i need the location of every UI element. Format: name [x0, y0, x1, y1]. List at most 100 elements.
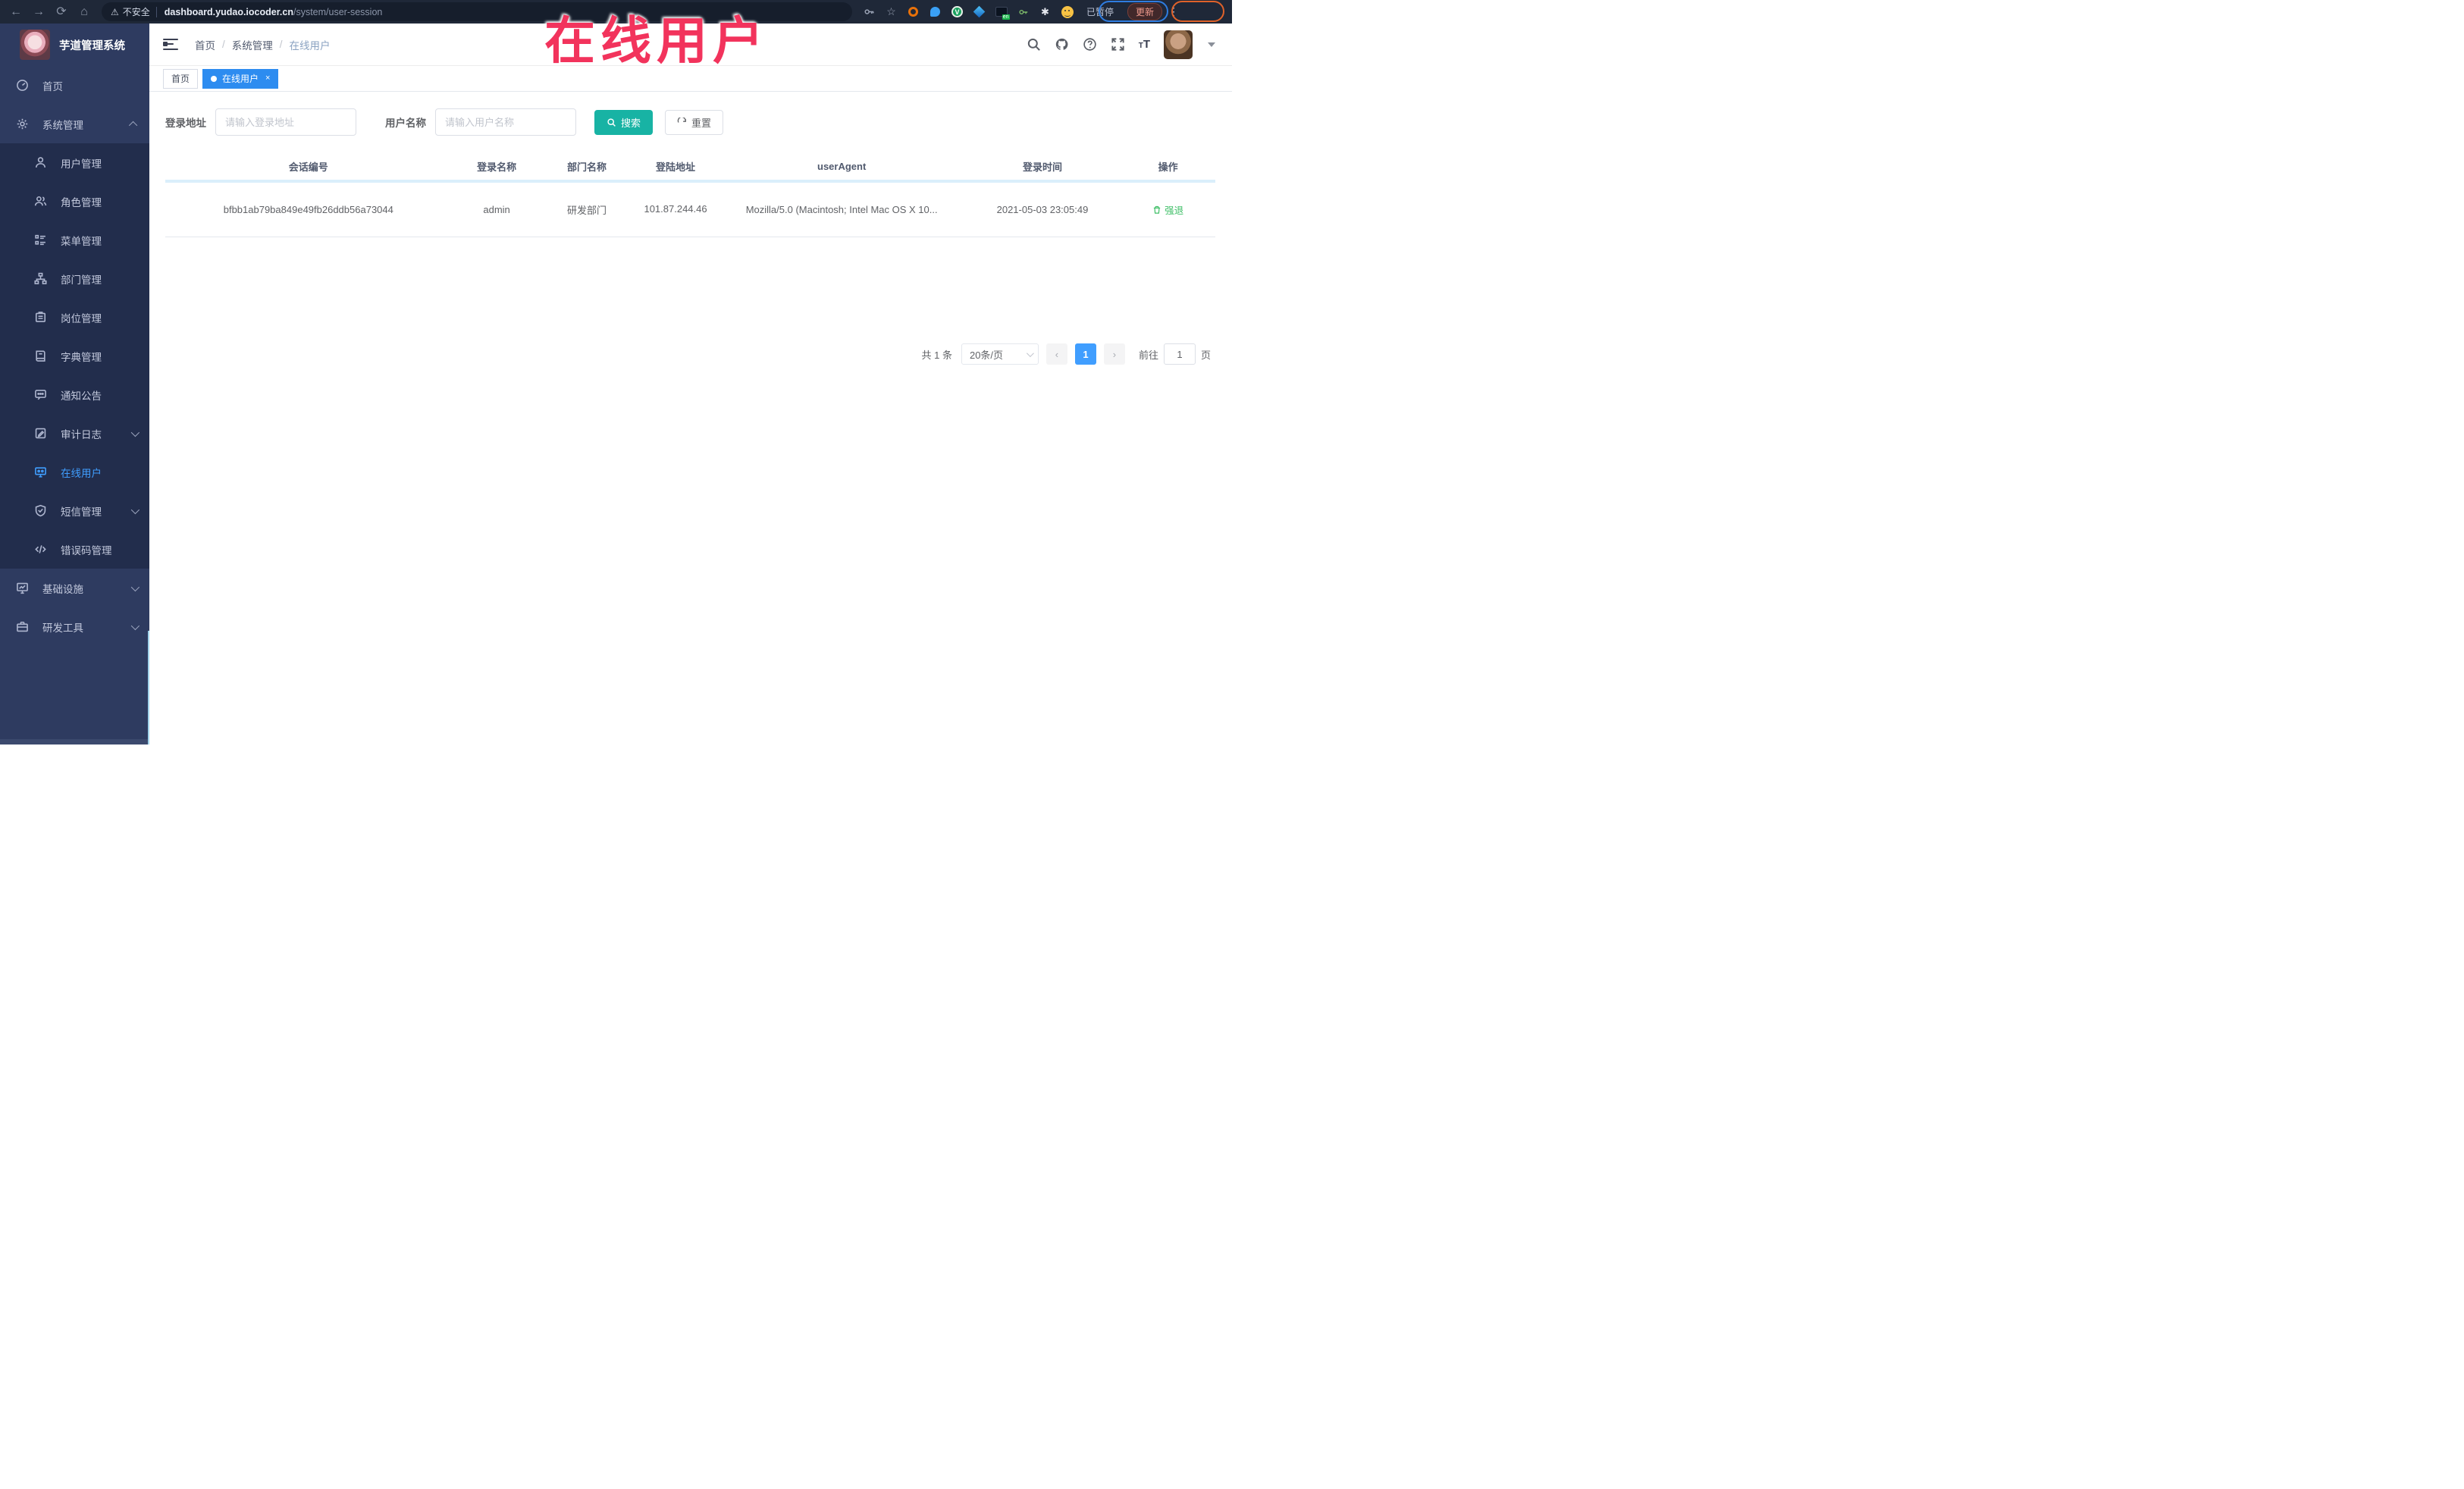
sidebar-item-sms-management[interactable]: 短信管理: [0, 491, 149, 530]
col-dept-name: 部门名称: [567, 161, 607, 173]
sidebar-item-menu-management[interactable]: 菜单管理: [0, 221, 149, 259]
force-logout-button[interactable]: 强退: [1152, 202, 1183, 217]
not-secure-warning-icon: ⚠: [111, 6, 119, 17]
username-input[interactable]: [435, 108, 576, 136]
app-header: 首页 / 系统管理 / 在线用户 TT: [149, 24, 1232, 66]
font-size-icon[interactable]: TT: [1139, 38, 1150, 51]
sidebar-scrollbar[interactable]: [148, 631, 149, 744]
sidebar-item-audit-log[interactable]: 审计日志: [0, 414, 149, 453]
extension-video-en-icon[interactable]: [995, 5, 1010, 20]
main-content: 登录地址 用户名称 搜索 重置 会话编号 登录名称 部门名称 登陆地址 user…: [149, 92, 1232, 744]
tab-home[interactable]: 首页: [163, 68, 199, 89]
reset-button[interactable]: 重置: [665, 109, 724, 135]
breadcrumb-system[interactable]: 系统管理: [232, 37, 273, 52]
cell-login-address: 101.87.244.46: [644, 203, 707, 215]
breadcrumb-current: 在线用户: [289, 39, 331, 52]
app-title: 芋道管理系统: [59, 39, 125, 52]
table-row: bfbb1ab79ba849e49fb26ddb56a73044 admin 研…: [165, 183, 1215, 237]
infrastructure-icon: [16, 581, 29, 594]
url-divider: [155, 6, 157, 17]
sidebar-item-notice-management[interactable]: 通知公告: [0, 375, 149, 414]
extension-blue-drop-icon[interactable]: [929, 5, 942, 18]
cell-dept-name: 研发部门: [567, 205, 607, 216]
page-size-select[interactable]: 20条/页: [961, 343, 1039, 365]
cell-user-agent: Mozilla/5.0 (Macintosh; Intel Mac OS X 1…: [745, 204, 938, 215]
chevron-down-icon: [1026, 349, 1034, 357]
online-user-icon: [34, 466, 47, 478]
prev-page-button[interactable]: ‹: [1045, 343, 1067, 365]
sidebar-item-dept-management[interactable]: 部门管理: [0, 259, 149, 298]
help-icon[interactable]: [1083, 37, 1097, 52]
chevron-down-icon: [130, 428, 140, 437]
col-login-name: 登录名称: [477, 161, 517, 173]
github-icon[interactable]: [1055, 37, 1069, 52]
cell-session-id: bfbb1ab79ba849e49fb26ddb56a73044: [223, 204, 393, 215]
url-path: /system/user-session: [293, 6, 383, 17]
extension-blue-diamond-icon[interactable]: [973, 5, 986, 18]
tags-view-bar: 首页 在线用户 ×: [149, 66, 1232, 92]
page-unit-label: 页: [1200, 349, 1211, 361]
next-page-button[interactable]: ›: [1103, 343, 1125, 365]
table-header-row: 会话编号 登录名称 部门名称 登陆地址 userAgent 登录时间 操作: [165, 152, 1215, 183]
username-label: 用户名称: [385, 118, 426, 129]
bookmark-star-icon[interactable]: ☆: [885, 5, 898, 18]
sidebar-item-post-management[interactable]: 岗位管理: [0, 298, 149, 337]
goto-page-input[interactable]: [1163, 343, 1196, 365]
pagination: 共 1 条 20条/页 ‹ 1 › 前往 页: [921, 343, 1211, 365]
chevron-down-icon: [130, 505, 140, 514]
extension-green-key-icon[interactable]: [1017, 5, 1030, 18]
browser-toolbar: ← → ⟳ ⌂ ⚠ 不安全 dashboard.yudao.iocoder.cn…: [0, 0, 1232, 24]
col-login-address: 登陆地址: [656, 161, 696, 173]
sidebar-collapse-icon[interactable]: [163, 38, 178, 51]
avatar-caret-down-icon[interactable]: [1208, 42, 1215, 47]
sidebar-item-dict-management[interactable]: 字典管理: [0, 337, 149, 375]
sidebar-bottom-strip: [0, 739, 149, 744]
breadcrumb-home[interactable]: 首页: [195, 37, 215, 52]
chrome-update-button[interactable]: 更新: [1127, 3, 1163, 20]
sidebar-item-role-management[interactable]: 角色管理: [0, 182, 149, 221]
browser-forward-icon[interactable]: →: [27, 0, 50, 24]
sidebar-item-system-management[interactable]: 系统管理: [0, 105, 149, 143]
org-tree-icon: [34, 272, 47, 285]
gear-icon: [16, 118, 29, 130]
sidebar-item-dev-tools[interactable]: 研发工具: [0, 607, 149, 646]
app-logo-row[interactable]: 芋道管理系统: [0, 24, 149, 66]
sidebar-item-home[interactable]: 首页: [0, 66, 149, 105]
col-user-agent: userAgent: [817, 160, 867, 172]
badge-icon: [34, 311, 47, 324]
chevron-down-icon: [130, 582, 140, 591]
browser-home-icon[interactable]: ⌂: [73, 0, 96, 24]
profile-emoji-icon[interactable]: [1061, 5, 1074, 18]
password-key-icon[interactable]: [863, 5, 876, 18]
menu-list-icon: [34, 234, 47, 246]
col-login-time: 登录时间: [1022, 161, 1062, 173]
address-bar[interactable]: ⚠ 不安全 dashboard.yudao.iocoder.cn /system…: [102, 2, 852, 21]
sidebar-item-online-users[interactable]: 在线用户: [0, 453, 149, 491]
col-actions: 操作: [1158, 161, 1178, 173]
sms-icon: [34, 504, 47, 517]
filter-form: 登录地址 用户名称 搜索 重置: [165, 108, 1232, 136]
tab-online-users[interactable]: 在线用户 ×: [202, 68, 279, 89]
tab-close-icon[interactable]: ×: [265, 74, 270, 83]
users-icon: [34, 195, 47, 208]
extension-orange-ring-icon[interactable]: [907, 5, 920, 18]
extensions-puzzle-icon[interactable]: ✱: [1039, 5, 1052, 18]
sidebar-item-user-management[interactable]: 用户管理: [0, 143, 149, 182]
total-count: 共 1 条: [921, 349, 952, 361]
paused-badge: 已暂停: [1086, 7, 1114, 17]
url-domain: dashboard.yudao.iocoder.cn: [164, 6, 293, 17]
user-avatar[interactable]: [1164, 30, 1193, 59]
trash-icon: [1153, 205, 1161, 214]
page-number-1[interactable]: 1: [1074, 343, 1096, 365]
sidebar-item-infrastructure[interactable]: 基础设施: [0, 569, 149, 607]
sidebar-item-error-code-management[interactable]: 错误码管理: [0, 530, 149, 569]
browser-back-icon[interactable]: ←: [5, 0, 27, 24]
fullscreen-icon[interactable]: [1111, 37, 1125, 52]
browser-menu-dots-icon[interactable]: ⋮: [1168, 5, 1179, 18]
browser-reload-icon[interactable]: ⟳: [50, 0, 73, 24]
search-button[interactable]: 搜索: [594, 109, 654, 135]
search-icon[interactable]: [1027, 37, 1041, 52]
announcement-icon: [34, 388, 47, 401]
login-address-input[interactable]: [215, 108, 356, 136]
extension-green-v-icon[interactable]: V: [951, 5, 964, 18]
